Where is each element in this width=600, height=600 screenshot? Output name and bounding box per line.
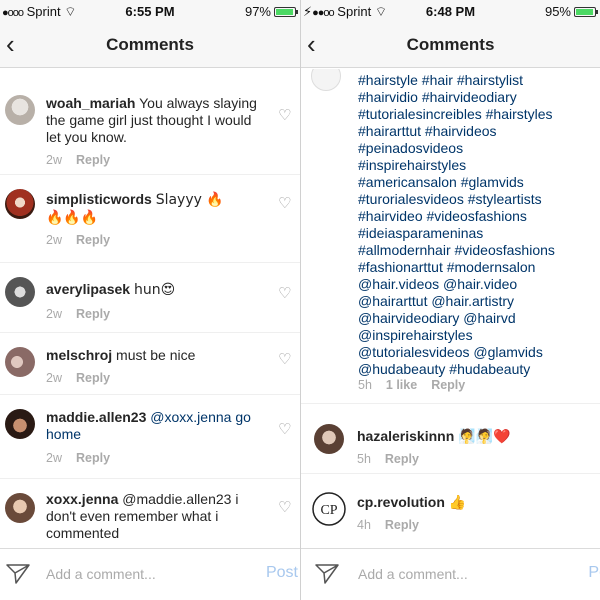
comment-text: must be nice <box>116 347 196 363</box>
reply-button[interactable]: Reply <box>76 451 110 465</box>
heart-icon[interactable]: ♡ <box>278 422 292 437</box>
comment-time: 5h <box>357 452 371 466</box>
hashtag-line[interactable]: @hairvideodiary @hairvd <box>358 310 594 327</box>
comment-text: hun😍 <box>133 282 176 298</box>
avatar[interactable] <box>311 69 341 91</box>
post-button[interactable]: Po <box>588 564 600 582</box>
heart-icon[interactable]: ♡ <box>278 352 292 367</box>
comment-time: 2w <box>46 451 62 465</box>
reply-button[interactable]: Reply <box>76 233 110 247</box>
comment-username[interactable]: melschroj <box>46 347 112 363</box>
comment-time: 2w <box>46 153 62 167</box>
hashtag-line[interactable]: #fashionarttut #modernsalon <box>358 259 594 276</box>
nav-bar: ‹ Comments <box>0 22 300 68</box>
comment-text: Slayyy 🔥 <box>155 192 224 208</box>
battery-icon <box>274 6 298 17</box>
hashtag-line[interactable]: #peinadosvideos <box>358 140 594 157</box>
list-item: averylipasek hun😍 2w Reply ♡ <box>0 263 300 333</box>
hashtag-line[interactable]: @hudabeauty #hudabeauty <box>358 361 594 378</box>
battery-fill <box>276 8 294 15</box>
list-item: CP cp.revolution 👍 4h Reply <box>301 474 600 548</box>
reply-button[interactable]: Reply <box>76 153 110 167</box>
list-item: xoxx.jenna @maddie.allen23 i don't even … <box>0 479 300 548</box>
comment-input[interactable]: Add a comment... <box>358 566 468 582</box>
hashtag-line[interactable]: @tutorialesvideos @glamvids <box>358 344 594 361</box>
avatar[interactable] <box>314 424 344 454</box>
send-icon[interactable] <box>6 563 30 585</box>
comment-username[interactable]: simplisticwords <box>46 191 152 207</box>
comment-text: 👍 <box>448 495 467 511</box>
avatar[interactable] <box>5 95 35 125</box>
send-icon[interactable] <box>315 563 339 585</box>
reply-button[interactable]: Reply <box>385 518 419 532</box>
comment-text: 🧖🧖❤️ <box>458 429 511 445</box>
battery-percent: 97% <box>244 4 271 19</box>
comment-input-bar: Add a comment... Po <box>301 548 600 600</box>
caption-time: 5h <box>358 378 372 392</box>
comment-username[interactable]: xoxx.jenna <box>46 491 118 507</box>
comment-time: 2w <box>46 307 62 321</box>
heart-icon[interactable]: ♡ <box>278 196 292 211</box>
battery-fill <box>576 8 594 15</box>
comment-time: 2w <box>46 233 62 247</box>
comment-input-bar: Add a comment... Post <box>0 548 300 600</box>
heart-icon[interactable]: ♡ <box>278 500 292 515</box>
hashtag-line[interactable]: #inspirehairstyles <box>358 157 594 174</box>
list-item: hazaleriskinnn 🧖🧖❤️ 5h Reply <box>301 404 600 474</box>
status-bar: ⚡●●oo Sprint ⌔ 6:48 PM 95% <box>301 0 600 22</box>
page-title: Comments <box>106 35 194 54</box>
hashtag-line[interactable]: @inspirehairstyles <box>358 327 594 344</box>
like-count[interactable]: 1 like <box>386 378 417 392</box>
hashtag-line[interactable]: #ideiasparameninas <box>358 225 594 242</box>
hashtag-line[interactable]: #americansalon #glamvids <box>358 174 594 191</box>
svg-text:CP: CP <box>320 503 337 518</box>
nav-bar: ‹ Comments <box>301 22 600 68</box>
list-item: melschroj must be nice 2w Reply ♡ <box>0 333 300 395</box>
avatar[interactable] <box>5 409 35 439</box>
reply-button[interactable]: Reply <box>76 307 110 321</box>
comment-input[interactable]: Add a comment... <box>46 566 156 582</box>
comment-text-emoji: 🔥🔥🔥 <box>46 210 99 226</box>
hashtag-line[interactable]: #allmodernhair #videosfashions <box>358 242 594 259</box>
heart-icon[interactable]: ♡ <box>278 286 292 301</box>
battery-icon <box>574 6 598 17</box>
hashtag-line[interactable]: #hairvideo #videosfashions <box>358 208 594 225</box>
hashtag-line[interactable]: #hairvidio #hairvideodiary <box>358 89 594 106</box>
avatar[interactable] <box>5 347 35 377</box>
hashtag-line[interactable]: #hairarttut #hairvideos <box>358 123 594 140</box>
list-item: woah_mariah You always slaying the game … <box>0 83 300 175</box>
avatar[interactable] <box>5 277 35 307</box>
list-item: maddie.allen23 @xoxx.jenna go home 2w Rep… <box>0 395 300 479</box>
reply-button[interactable]: Reply <box>385 452 419 466</box>
comments-list[interactable]: woah_mariah You always slaying the game … <box>0 69 300 548</box>
battery-percent: 95% <box>544 4 571 19</box>
hashtag-line[interactable]: #tutorialesincreibles #hairstyles <box>358 106 594 123</box>
page-title: Comments <box>406 35 495 54</box>
comment-username[interactable]: maddie.allen23 <box>46 409 146 425</box>
reply-button[interactable]: Reply <box>431 378 465 392</box>
hashtag-line[interactable]: #hairstyle #hair #hairstylist <box>358 72 594 89</box>
post-button[interactable]: Post <box>266 564 298 582</box>
cp-logo-icon[interactable]: CP <box>312 492 346 526</box>
left-screenshot: ●ooo Sprint ⌔ 6:55 PM 97% ‹ Comments woa… <box>0 0 300 600</box>
hashtag-line[interactable]: @hair.videos @hair.video <box>358 276 594 293</box>
heart-icon[interactable]: ♡ <box>278 108 292 123</box>
caption-item: #hairstyle #hair #hairstylist #hairvidio … <box>301 69 600 404</box>
comment-time: 4h <box>357 518 371 532</box>
comment-username[interactable]: cp.revolution <box>357 494 445 510</box>
avatar[interactable] <box>5 189 35 219</box>
hashtag-line[interactable]: #turorialesvideos #styleartists <box>358 191 594 208</box>
comment-username[interactable]: averylipasek <box>46 281 130 297</box>
comment-username[interactable]: woah_mariah <box>46 95 135 111</box>
caption-hashtags[interactable]: #hairstyle #hair #hairstylist #hairvidio … <box>358 72 594 378</box>
comment-time: 2w <box>46 371 62 385</box>
right-screenshot: ⚡●●oo Sprint ⌔ 6:48 PM 95% ‹ Comments #h… <box>301 0 600 600</box>
avatar[interactable] <box>5 493 35 523</box>
list-item: simplisticwords Slayyy 🔥 🔥🔥🔥 2w Reply ♡ <box>0 175 300 263</box>
reply-button[interactable]: Reply <box>76 371 110 385</box>
comments-list[interactable]: #hairstyle #hair #hairstylist #hairvidio … <box>301 69 600 548</box>
status-bar: ●ooo Sprint ⌔ 6:55 PM 97% <box>0 0 300 22</box>
hashtag-line[interactable]: @hairarttut @hair.artistry <box>358 293 594 310</box>
comment-username[interactable]: hazaleriskinnn <box>357 428 454 444</box>
